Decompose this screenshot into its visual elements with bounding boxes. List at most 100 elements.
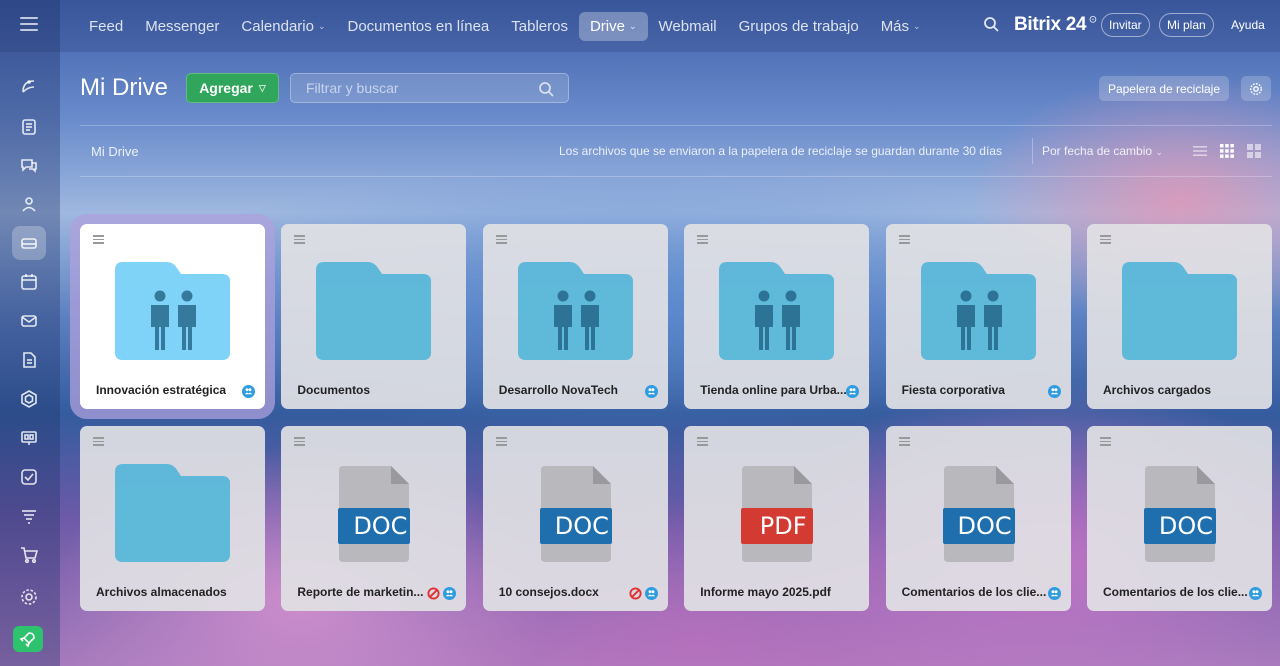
folder-icon <box>316 262 432 360</box>
left-sidebar <box>0 0 60 666</box>
drag-handle-icon[interactable] <box>294 437 306 448</box>
file-card[interactable]: DOC Comentarios de los clie... <box>1087 426 1272 611</box>
main-nav: Feed Messenger Calendario ⌄ Documentos en lí… <box>78 11 932 41</box>
nav-item-documentos-en-l-nea[interactable]: Documentos en línea <box>337 12 501 41</box>
drag-handle-icon[interactable] <box>697 437 709 448</box>
help-button[interactable]: Ayuda <box>1224 13 1272 37</box>
nav-item-messenger[interactable]: Messenger <box>134 12 230 41</box>
page-title: Mi Drive <box>80 74 168 101</box>
shared-badge-icon <box>644 587 658 600</box>
chevron-down-icon: ▽ <box>258 82 266 93</box>
file-name: Reporte de marketin... <box>297 585 424 599</box>
nav-item-label: Messenger <box>145 17 220 35</box>
search-icon <box>539 82 554 97</box>
drag-handle-icon[interactable] <box>495 437 507 448</box>
file-card[interactable]: DOC 10 consejos.docx <box>482 426 668 611</box>
nav-item-webmail[interactable]: Webmail <box>648 12 728 41</box>
divider <box>80 176 1272 177</box>
list-view-icon[interactable] <box>1192 143 1208 159</box>
drag-handle-icon[interactable] <box>93 235 104 246</box>
calendar-icon[interactable] <box>12 265 46 299</box>
file-card[interactable]: Fiesta corporativa <box>885 224 1071 409</box>
file-card[interactable]: Desarrollo NovaTech <box>482 224 668 409</box>
file-extension-label: DOC <box>957 512 1012 540</box>
shared-folder-icon <box>920 262 1036 360</box>
menu-icon[interactable] <box>20 17 38 31</box>
drag-handle-icon[interactable] <box>93 437 104 448</box>
settings-icon[interactable] <box>12 580 46 614</box>
drag-handle-icon[interactable] <box>1100 437 1111 448</box>
rocket-icon[interactable] <box>13 626 43 652</box>
contacts-icon[interactable] <box>12 187 46 221</box>
my-plan-button[interactable]: Mi plan <box>1159 13 1214 37</box>
file-card[interactable]: Documentos <box>281 224 467 409</box>
doc-file-icon: DOC <box>535 466 617 562</box>
drag-handle-icon[interactable] <box>294 235 306 246</box>
gear-icon <box>1250 82 1262 95</box>
folder-icon <box>115 464 230 562</box>
blocked-icon <box>427 587 440 600</box>
shared-badge-icon <box>1047 587 1061 600</box>
file-name: Tienda online para Urba... <box>700 383 847 397</box>
pdf-file-icon: PDF <box>736 466 818 562</box>
grid-large-view-icon[interactable] <box>1246 143 1262 159</box>
add-button[interactable]: Agregar ▽ <box>186 73 279 103</box>
nav-item-grupos-de-trabajo[interactable]: Grupos de trabajo <box>728 12 870 41</box>
hexagon-icon[interactable] <box>12 382 46 416</box>
file-name: Documentos <box>297 383 371 397</box>
file-card[interactable]: Archivos cargados <box>1087 224 1272 409</box>
nav-item-label: Webmail <box>658 17 717 35</box>
drive-icon[interactable] <box>12 226 46 260</box>
board-icon[interactable] <box>12 421 46 455</box>
blocked-icon <box>629 587 642 600</box>
checkbox-icon[interactable] <box>12 460 46 494</box>
drag-handle-icon[interactable] <box>495 235 507 246</box>
file-card[interactable]: PDF Informe mayo 2025.pdf <box>684 426 870 611</box>
invite-button[interactable]: Invitar <box>1101 13 1150 37</box>
recycle-notice: Los archivos que se enviaron a la papele… <box>559 144 1002 158</box>
file-name: Archivos cargados <box>1103 383 1212 397</box>
feed-icon[interactable] <box>12 70 46 104</box>
doc-file-icon: DOC <box>1139 466 1221 562</box>
nav-item-feed[interactable]: Feed <box>78 12 134 41</box>
shared-folder-icon <box>115 262 230 360</box>
file-card[interactable]: DOC Reporte de marketin... <box>281 426 467 611</box>
file-card[interactable]: Innovación estratégica <box>80 224 265 409</box>
brand-logo[interactable]: Bitrix 24 ⊙ <box>1014 14 1097 36</box>
shared-badge-icon <box>1249 587 1262 600</box>
drag-handle-icon[interactable] <box>898 235 910 246</box>
file-card[interactable]: Tienda online para Urba... <box>684 224 870 409</box>
settings-button[interactable] <box>1241 76 1271 101</box>
breadcrumb[interactable]: Mi Drive <box>91 144 139 159</box>
search-icon[interactable] <box>983 16 1001 34</box>
file-name: Innovación estratégica <box>96 383 227 397</box>
recycle-bin-button[interactable]: Papelera de reciclaje <box>1099 76 1229 101</box>
cart-icon[interactable] <box>12 538 46 572</box>
drag-handle-icon[interactable] <box>1100 235 1111 246</box>
doc-file-icon: DOC <box>938 466 1020 562</box>
grid-small-view-icon[interactable] <box>1219 143 1235 159</box>
file-card[interactable]: Archivos almacenados <box>80 426 265 611</box>
drag-handle-icon[interactable] <box>898 437 910 448</box>
search-input[interactable]: Filtrar y buscar <box>290 73 569 103</box>
chat-icon[interactable] <box>12 148 46 182</box>
nav-item-drive[interactable]: Drive ⌄ <box>578 11 648 41</box>
file-name: 10 consejos.docx <box>498 585 599 599</box>
divider <box>1032 138 1033 164</box>
nav-item-tableros[interactable]: Tableros <box>500 12 579 41</box>
drag-handle-icon[interactable] <box>697 235 709 246</box>
filter-icon[interactable] <box>12 499 46 533</box>
file-card[interactable]: DOC Comentarios de los clie... <box>885 426 1071 611</box>
mail-icon[interactable] <box>12 304 46 338</box>
tasks-icon[interactable] <box>12 110 46 144</box>
chevron-down-icon: ⌄ <box>317 20 326 31</box>
nav-item-label: Calendario <box>241 17 314 35</box>
shared-badge-icon <box>644 385 658 398</box>
sort-dropdown[interactable]: Por fecha de cambio ⌄ <box>1042 144 1163 158</box>
file-extension-label: DOC <box>1158 512 1214 540</box>
folder-icon <box>1122 262 1237 360</box>
document-icon[interactable] <box>12 343 46 377</box>
nav-item-label: Feed <box>89 17 124 35</box>
nav-item-m-s[interactable]: Más ⌄ <box>870 12 932 41</box>
nav-item-calendario[interactable]: Calendario ⌄ <box>230 12 336 41</box>
